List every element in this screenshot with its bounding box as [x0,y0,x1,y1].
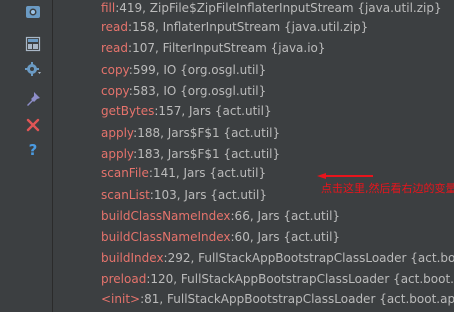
frame-location: :188, Jars$F$1 {act.util} [133,126,281,140]
frame-method: buildClassNameIndex [101,230,231,244]
frame-row[interactable]: buildIndex:292, FullStackAppBootstrapCla… [101,248,454,268]
debugger-frames-window: ? fill:419, ZipFile$ZipFileInflaterInput… [0,0,454,312]
close-icon[interactable] [24,116,42,134]
annotation-text: 点击这里,然后看右边的变量列表 [321,182,454,195]
debugger-toolbar: ? [0,0,53,312]
frame-row[interactable]: fill:419, ZipFile$ZipFileInflaterInputSt… [101,0,442,18]
frame-row[interactable]: copy:599, IO {org.osgl.util} [101,60,266,80]
pin-icon[interactable] [24,90,42,108]
frame-location: :183, Jars$F$1 {act.util} [133,147,281,161]
frames-list: fill:419, ZipFile$ZipFileInflaterInputSt… [53,0,454,312]
frame-location: :81, FullStackAppBootstrapClassLoader {a… [140,292,454,306]
frame-row[interactable]: apply:183, Jars$F$1 {act.util} [101,144,280,164]
frame-method: buildIndex [101,251,164,265]
frame-method: copy [101,63,129,77]
frame-row[interactable]: preload:120, FullStackAppBootstrapClassL… [101,269,454,289]
frame-method: getBytes [101,104,155,118]
frame-location: :66, Jars {act.util} [230,209,341,223]
frame-row[interactable]: <init>:81, FullStackAppBootstrapClassLoa… [101,289,454,309]
frame-row[interactable]: scanList:103, Jars {act.util} [101,185,267,205]
frame-row[interactable]: read:158, InflaterInputStream {java.util… [101,17,368,37]
frame-location: :157, Jars {act.util} [154,104,272,118]
frame-row[interactable]: copy:583, IO {org.osgl.util} [101,81,266,101]
frame-method: read [101,41,129,55]
frame-location: :103, Jars {act.util} [149,188,267,202]
help-icon[interactable]: ? [24,140,42,158]
frame-row[interactable]: buildClassNameIndex:66, Jars {act.util} [101,206,340,226]
frame-method: apply [101,126,134,140]
frame-row[interactable]: apply:188, Jars$F$1 {act.util} [101,123,280,143]
frame-location: :158, InflaterInputStream {java.util.zip… [128,20,369,34]
frame-row[interactable]: getBytes:157, Jars {act.util} [101,101,272,121]
frame-method: preload [101,272,147,286]
layout-icon[interactable] [24,35,42,53]
frame-location: :292, FullStackAppBootstrapClassLoader {… [163,251,454,265]
frame-location: :60, Jars {act.util} [230,230,341,244]
frame-row[interactable]: read:107, FilterInputStream {java.io} [101,38,326,58]
frame-method: scanList [101,188,150,202]
frame-row[interactable]: buildClassNameIndex:60, Jars {act.util} [101,227,340,247]
frame-method: buildClassNameIndex [101,209,231,223]
frame-location: :419, ZipFile$ZipFileInflaterInputStream… [115,1,442,15]
frame-row[interactable]: scanFile:141, Jars {act.util} [101,163,266,183]
frame-method: apply [101,147,134,161]
frame-location: :141, Jars {act.util} [148,166,267,180]
frame-method: read [101,20,129,34]
frame-location: :120, FullStackAppBootstrapClassLoader {… [146,272,454,286]
settings-icon[interactable] [24,60,42,78]
frame-location: :599, IO {org.osgl.util} [128,63,267,77]
svg-text:?: ? [29,141,38,157]
frame-location: :583, IO {org.osgl.util} [128,84,267,98]
frame-method: fill [101,1,116,15]
frame-method: scanFile [101,166,149,180]
frame-method: copy [101,84,129,98]
frame-method: <init> [101,292,141,306]
camera-icon[interactable] [24,3,42,21]
frame-location: :107, FilterInputStream {java.io} [128,41,326,55]
